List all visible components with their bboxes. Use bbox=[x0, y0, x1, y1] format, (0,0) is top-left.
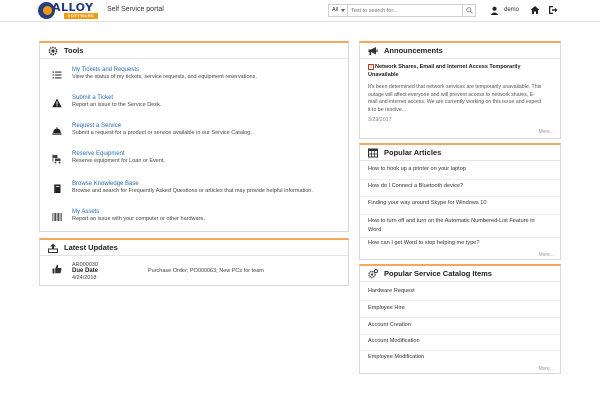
catalog-more-link[interactable]: More... bbox=[538, 366, 554, 372]
popular-catalog-title: Popular Service Catalog Items bbox=[384, 269, 492, 278]
update-item[interactable]: AR000030 Due Date 4/24/2018 Purchase Ord… bbox=[40, 258, 348, 288]
divider bbox=[360, 350, 560, 351]
announcement-item-title[interactable]: ! Network Shares, Email and Internet Acce… bbox=[368, 63, 533, 79]
equipment-cart-icon bbox=[52, 154, 61, 164]
tool-name[interactable]: My Assets bbox=[72, 209, 99, 215]
catalog-item[interactable]: Employee Modification bbox=[368, 353, 543, 362]
table-icon bbox=[368, 148, 378, 158]
logo-subtext: SOFTWARE bbox=[64, 13, 98, 19]
barcode-icon bbox=[52, 213, 62, 221]
user-name: demo bbox=[504, 7, 520, 13]
home-icon[interactable] bbox=[530, 5, 540, 15]
divider bbox=[360, 317, 560, 318]
divider bbox=[360, 214, 560, 215]
divider bbox=[360, 300, 560, 301]
update-description: Purchase Order; PO000063; New PCs for te… bbox=[148, 268, 264, 274]
popular-articles-title: Popular Articles bbox=[384, 148, 442, 157]
tool-description: Submit a request for a product or servic… bbox=[72, 130, 252, 136]
thumbs-up-icon bbox=[52, 264, 62, 274]
update-date: 4/24/2018 bbox=[72, 275, 97, 281]
search-bar: All bbox=[328, 4, 476, 17]
article-item[interactable]: How can I get Word to stop helping me ty… bbox=[368, 239, 543, 248]
divider bbox=[360, 334, 560, 335]
tool-item-submit-ticket[interactable]: Submit a Ticket Report an issue to the S… bbox=[40, 95, 348, 119]
article-item[interactable]: How to turn off and turn on the Automati… bbox=[368, 217, 543, 235]
announcements-panel: Announcements ! Network Shares, Email and… bbox=[359, 41, 561, 139]
book-icon bbox=[54, 184, 61, 193]
tool-item-reserve-equipment[interactable]: Reserve Equipment Reserve equipment for … bbox=[40, 151, 348, 175]
catalog-item[interactable]: Employee Hire bbox=[368, 304, 543, 313]
tool-description: Browse and search for Frequently Asked Q… bbox=[72, 188, 313, 194]
article-item[interactable]: How do I Connect a Bluetooth device? bbox=[368, 182, 543, 191]
tool-description: Reserve equipment for Loan or Event. bbox=[72, 158, 165, 164]
tool-name[interactable]: My Tickets and Requests bbox=[72, 67, 139, 73]
popular-articles-header: Popular Articles bbox=[360, 145, 560, 161]
service-bell-icon bbox=[52, 127, 62, 135]
search-scope-value: All bbox=[332, 7, 339, 13]
search-button[interactable] bbox=[462, 5, 475, 16]
chevron-down-icon bbox=[341, 9, 345, 12]
announcements-title: Announcements bbox=[384, 46, 443, 55]
search-input[interactable] bbox=[351, 6, 459, 15]
popular-catalog-header: Popular Service Catalog Items bbox=[360, 266, 560, 282]
tool-name[interactable]: Submit a Ticket bbox=[72, 95, 113, 101]
tool-item-knowledge-base[interactable]: Browse Knowledge Base Browse and search … bbox=[40, 181, 348, 205]
popular-catalog-panel: Popular Service Catalog Items Hardware R… bbox=[359, 264, 561, 374]
divider bbox=[360, 196, 560, 197]
alloy-logo[interactable]: ALLOY SOFTWARE bbox=[38, 2, 98, 19]
divider bbox=[360, 179, 560, 180]
user-icon bbox=[490, 6, 499, 15]
alert-icon: ! bbox=[368, 63, 374, 70]
catalog-item[interactable]: Account Creation bbox=[368, 321, 543, 330]
top-bar: ALLOY SOFTWARE Self Service portal All d… bbox=[0, 0, 600, 22]
tool-name[interactable]: Request a Service bbox=[72, 123, 121, 129]
tool-description: Report an issue to the Service Desk. bbox=[72, 102, 162, 108]
gear-icon bbox=[48, 46, 58, 56]
upload-icon bbox=[48, 243, 58, 253]
megaphone-icon bbox=[368, 47, 378, 55]
article-item[interactable]: How to hook up a printer on your laptop bbox=[368, 165, 543, 174]
announcement-title-text: Network Shares, Email and Internet Acces… bbox=[368, 64, 521, 78]
announcements-more-link[interactable]: More... bbox=[538, 129, 554, 135]
announcement-date: 3/29/2017 bbox=[368, 117, 392, 123]
tool-description: Report an issue with your computer or ot… bbox=[72, 216, 205, 222]
tools-title: Tools bbox=[64, 46, 84, 55]
tool-item-my-tickets[interactable]: My Tickets and Requests View the status … bbox=[40, 67, 348, 91]
announcements-header: Announcements bbox=[360, 43, 560, 59]
list-icon bbox=[52, 71, 62, 79]
gears-icon bbox=[368, 269, 378, 279]
portal-title: Self Service portal bbox=[107, 6, 164, 13]
logout-icon[interactable] bbox=[548, 5, 558, 15]
article-item[interactable]: Finding your way around Skype for Window… bbox=[368, 199, 543, 208]
articles-more-link[interactable]: More... bbox=[538, 252, 554, 258]
divider bbox=[360, 237, 560, 238]
search-icon bbox=[466, 7, 473, 14]
tool-name[interactable]: Reserve Equipment bbox=[72, 151, 125, 157]
tools-header: Tools bbox=[40, 43, 348, 59]
announcement-body: It's been determined that network servic… bbox=[368, 84, 542, 113]
catalog-item[interactable]: Account Modification bbox=[368, 337, 543, 346]
tool-name[interactable]: Browse Knowledge Base bbox=[72, 181, 139, 187]
latest-updates-panel: Latest Updates AR000030 Due Date 4/24/20… bbox=[39, 238, 349, 286]
tool-item-request-service[interactable]: Request a Service Submit a request for a… bbox=[40, 123, 348, 147]
tools-panel: Tools My Tickets and Requests View the s… bbox=[39, 41, 349, 232]
latest-updates-header: Latest Updates bbox=[40, 240, 348, 256]
update-due-label: Due Date bbox=[72, 268, 99, 274]
tool-item-my-assets[interactable]: My Assets Report an issue with your comp… bbox=[40, 209, 348, 233]
catalog-item[interactable]: Hardware Request bbox=[368, 287, 543, 296]
latest-updates-title: Latest Updates bbox=[64, 243, 118, 252]
search-scope-dropdown[interactable]: All bbox=[329, 5, 348, 16]
popular-articles-panel: Popular Articles How to hook up a printe… bbox=[359, 143, 561, 260]
tool-description: View the status of my tickets, service r… bbox=[72, 74, 257, 80]
warning-icon bbox=[52, 98, 62, 108]
